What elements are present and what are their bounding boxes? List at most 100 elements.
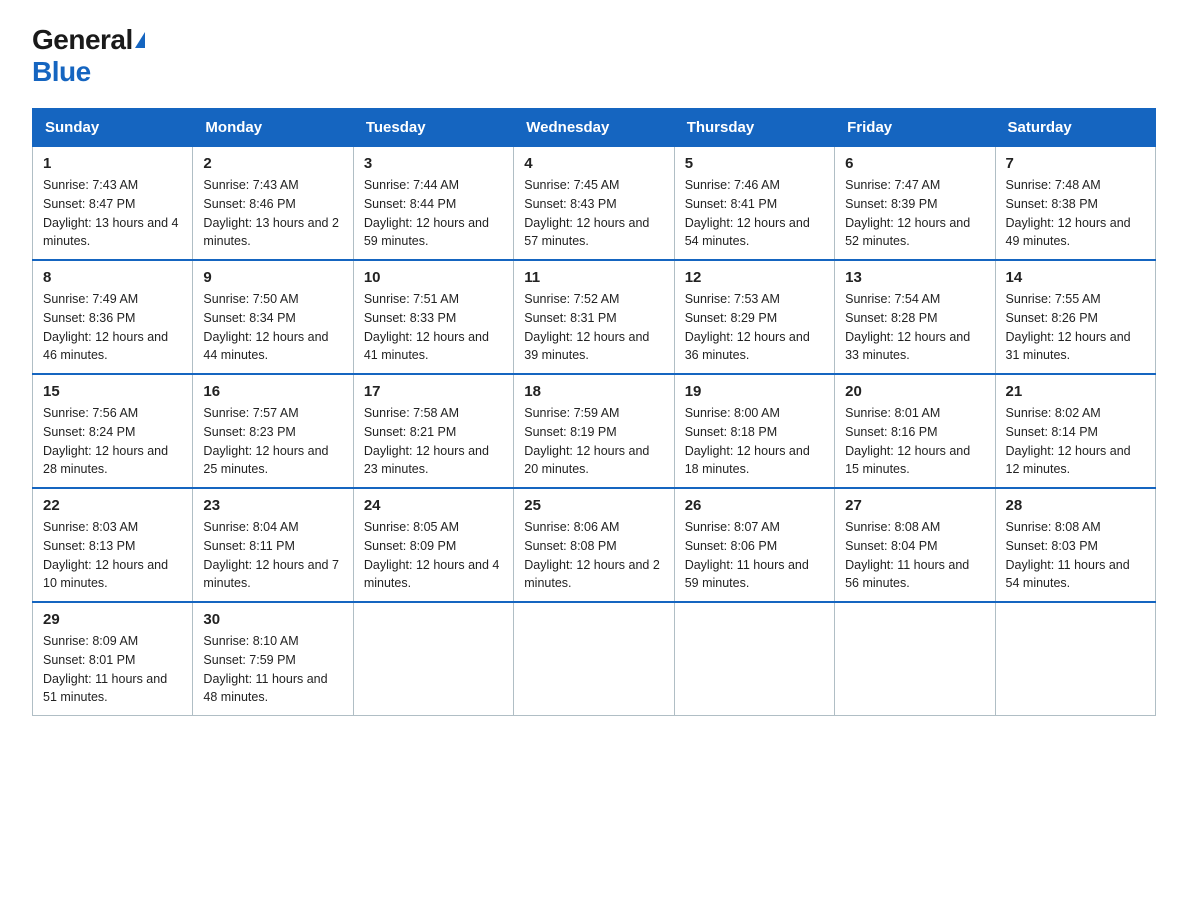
cell-info: Sunrise: 8:02 AMSunset: 8:14 PMDaylight:… bbox=[1006, 406, 1131, 476]
day-number: 27 bbox=[845, 497, 984, 514]
cell-info: Sunrise: 8:08 AMSunset: 8:04 PMDaylight:… bbox=[845, 520, 969, 590]
cell-info: Sunrise: 7:53 AMSunset: 8:29 PMDaylight:… bbox=[685, 292, 810, 362]
calendar-week-row: 15 Sunrise: 7:56 AMSunset: 8:24 PMDaylig… bbox=[33, 374, 1156, 488]
calendar-cell bbox=[995, 602, 1155, 716]
day-number: 1 bbox=[43, 155, 182, 172]
cell-info: Sunrise: 8:01 AMSunset: 8:16 PMDaylight:… bbox=[845, 406, 970, 476]
day-number: 13 bbox=[845, 269, 984, 286]
calendar-week-row: 1 Sunrise: 7:43 AMSunset: 8:47 PMDayligh… bbox=[33, 147, 1156, 261]
calendar-week-row: 29 Sunrise: 8:09 AMSunset: 8:01 PMDaylig… bbox=[33, 602, 1156, 716]
calendar-cell: 7 Sunrise: 7:48 AMSunset: 8:38 PMDayligh… bbox=[995, 147, 1155, 261]
calendar-cell: 17 Sunrise: 7:58 AMSunset: 8:21 PMDaylig… bbox=[353, 374, 513, 488]
calendar-cell: 16 Sunrise: 7:57 AMSunset: 8:23 PMDaylig… bbox=[193, 374, 353, 488]
day-number: 14 bbox=[1006, 269, 1145, 286]
calendar-week-row: 22 Sunrise: 8:03 AMSunset: 8:13 PMDaylig… bbox=[33, 488, 1156, 602]
column-header-thursday: Thursday bbox=[674, 109, 834, 147]
calendar-table: SundayMondayTuesdayWednesdayThursdayFrid… bbox=[32, 108, 1156, 716]
column-header-friday: Friday bbox=[835, 109, 995, 147]
cell-info: Sunrise: 8:09 AMSunset: 8:01 PMDaylight:… bbox=[43, 634, 167, 704]
calendar-cell bbox=[514, 602, 674, 716]
day-number: 22 bbox=[43, 497, 182, 514]
cell-info: Sunrise: 7:56 AMSunset: 8:24 PMDaylight:… bbox=[43, 406, 168, 476]
calendar-cell: 25 Sunrise: 8:06 AMSunset: 8:08 PMDaylig… bbox=[514, 488, 674, 602]
column-header-tuesday: Tuesday bbox=[353, 109, 513, 147]
day-number: 16 bbox=[203, 383, 342, 400]
cell-info: Sunrise: 7:46 AMSunset: 8:41 PMDaylight:… bbox=[685, 178, 810, 248]
day-number: 18 bbox=[524, 383, 663, 400]
column-header-sunday: Sunday bbox=[33, 109, 193, 147]
day-number: 4 bbox=[524, 155, 663, 172]
cell-info: Sunrise: 8:07 AMSunset: 8:06 PMDaylight:… bbox=[685, 520, 809, 590]
calendar-cell bbox=[353, 602, 513, 716]
calendar-week-row: 8 Sunrise: 7:49 AMSunset: 8:36 PMDayligh… bbox=[33, 260, 1156, 374]
day-number: 29 bbox=[43, 611, 182, 628]
calendar-cell: 14 Sunrise: 7:55 AMSunset: 8:26 PMDaylig… bbox=[995, 260, 1155, 374]
cell-info: Sunrise: 8:10 AMSunset: 7:59 PMDaylight:… bbox=[203, 634, 327, 704]
cell-info: Sunrise: 7:50 AMSunset: 8:34 PMDaylight:… bbox=[203, 292, 328, 362]
cell-info: Sunrise: 7:51 AMSunset: 8:33 PMDaylight:… bbox=[364, 292, 489, 362]
calendar-cell: 22 Sunrise: 8:03 AMSunset: 8:13 PMDaylig… bbox=[33, 488, 193, 602]
calendar-cell: 3 Sunrise: 7:44 AMSunset: 8:44 PMDayligh… bbox=[353, 147, 513, 261]
logo-triangle-icon bbox=[135, 32, 145, 48]
cell-info: Sunrise: 8:00 AMSunset: 8:18 PMDaylight:… bbox=[685, 406, 810, 476]
calendar-cell: 29 Sunrise: 8:09 AMSunset: 8:01 PMDaylig… bbox=[33, 602, 193, 716]
calendar-cell bbox=[674, 602, 834, 716]
calendar-cell bbox=[835, 602, 995, 716]
cell-info: Sunrise: 7:59 AMSunset: 8:19 PMDaylight:… bbox=[524, 406, 649, 476]
calendar-cell: 9 Sunrise: 7:50 AMSunset: 8:34 PMDayligh… bbox=[193, 260, 353, 374]
calendar-cell: 26 Sunrise: 8:07 AMSunset: 8:06 PMDaylig… bbox=[674, 488, 834, 602]
day-number: 15 bbox=[43, 383, 182, 400]
day-number: 8 bbox=[43, 269, 182, 286]
calendar-cell: 6 Sunrise: 7:47 AMSunset: 8:39 PMDayligh… bbox=[835, 147, 995, 261]
column-header-wednesday: Wednesday bbox=[514, 109, 674, 147]
cell-info: Sunrise: 7:54 AMSunset: 8:28 PMDaylight:… bbox=[845, 292, 970, 362]
day-number: 5 bbox=[685, 155, 824, 172]
day-number: 9 bbox=[203, 269, 342, 286]
day-number: 12 bbox=[685, 269, 824, 286]
cell-info: Sunrise: 7:49 AMSunset: 8:36 PMDaylight:… bbox=[43, 292, 168, 362]
cell-info: Sunrise: 7:45 AMSunset: 8:43 PMDaylight:… bbox=[524, 178, 649, 248]
cell-info: Sunrise: 8:06 AMSunset: 8:08 PMDaylight:… bbox=[524, 520, 660, 590]
day-number: 30 bbox=[203, 611, 342, 628]
day-number: 24 bbox=[364, 497, 503, 514]
calendar-cell: 11 Sunrise: 7:52 AMSunset: 8:31 PMDaylig… bbox=[514, 260, 674, 374]
day-number: 10 bbox=[364, 269, 503, 286]
logo-text-blue: Blue bbox=[32, 56, 91, 88]
column-header-saturday: Saturday bbox=[995, 109, 1155, 147]
day-number: 2 bbox=[203, 155, 342, 172]
day-number: 6 bbox=[845, 155, 984, 172]
calendar-cell: 5 Sunrise: 7:46 AMSunset: 8:41 PMDayligh… bbox=[674, 147, 834, 261]
day-number: 25 bbox=[524, 497, 663, 514]
calendar-cell: 8 Sunrise: 7:49 AMSunset: 8:36 PMDayligh… bbox=[33, 260, 193, 374]
logo-text-general: General bbox=[32, 24, 133, 56]
column-header-monday: Monday bbox=[193, 109, 353, 147]
calendar-cell: 21 Sunrise: 8:02 AMSunset: 8:14 PMDaylig… bbox=[995, 374, 1155, 488]
calendar-cell: 27 Sunrise: 8:08 AMSunset: 8:04 PMDaylig… bbox=[835, 488, 995, 602]
cell-info: Sunrise: 7:43 AMSunset: 8:46 PMDaylight:… bbox=[203, 178, 339, 248]
cell-info: Sunrise: 7:43 AMSunset: 8:47 PMDaylight:… bbox=[43, 178, 179, 248]
cell-info: Sunrise: 8:05 AMSunset: 8:09 PMDaylight:… bbox=[364, 520, 500, 590]
calendar-cell: 19 Sunrise: 8:00 AMSunset: 8:18 PMDaylig… bbox=[674, 374, 834, 488]
calendar-cell: 4 Sunrise: 7:45 AMSunset: 8:43 PMDayligh… bbox=[514, 147, 674, 261]
cell-info: Sunrise: 7:47 AMSunset: 8:39 PMDaylight:… bbox=[845, 178, 970, 248]
page-header: General Blue bbox=[32, 24, 1156, 88]
cell-info: Sunrise: 8:04 AMSunset: 8:11 PMDaylight:… bbox=[203, 520, 339, 590]
calendar-cell: 30 Sunrise: 8:10 AMSunset: 7:59 PMDaylig… bbox=[193, 602, 353, 716]
cell-info: Sunrise: 7:58 AMSunset: 8:21 PMDaylight:… bbox=[364, 406, 489, 476]
day-number: 26 bbox=[685, 497, 824, 514]
cell-info: Sunrise: 7:55 AMSunset: 8:26 PMDaylight:… bbox=[1006, 292, 1131, 362]
calendar-cell: 18 Sunrise: 7:59 AMSunset: 8:19 PMDaylig… bbox=[514, 374, 674, 488]
calendar-cell: 10 Sunrise: 7:51 AMSunset: 8:33 PMDaylig… bbox=[353, 260, 513, 374]
cell-info: Sunrise: 8:03 AMSunset: 8:13 PMDaylight:… bbox=[43, 520, 168, 590]
cell-info: Sunrise: 7:48 AMSunset: 8:38 PMDaylight:… bbox=[1006, 178, 1131, 248]
day-number: 11 bbox=[524, 269, 663, 286]
day-number: 3 bbox=[364, 155, 503, 172]
logo: General Blue bbox=[32, 24, 145, 88]
calendar-header-row: SundayMondayTuesdayWednesdayThursdayFrid… bbox=[33, 109, 1156, 147]
calendar-cell: 13 Sunrise: 7:54 AMSunset: 8:28 PMDaylig… bbox=[835, 260, 995, 374]
day-number: 19 bbox=[685, 383, 824, 400]
day-number: 23 bbox=[203, 497, 342, 514]
day-number: 7 bbox=[1006, 155, 1145, 172]
calendar-cell: 20 Sunrise: 8:01 AMSunset: 8:16 PMDaylig… bbox=[835, 374, 995, 488]
day-number: 20 bbox=[845, 383, 984, 400]
